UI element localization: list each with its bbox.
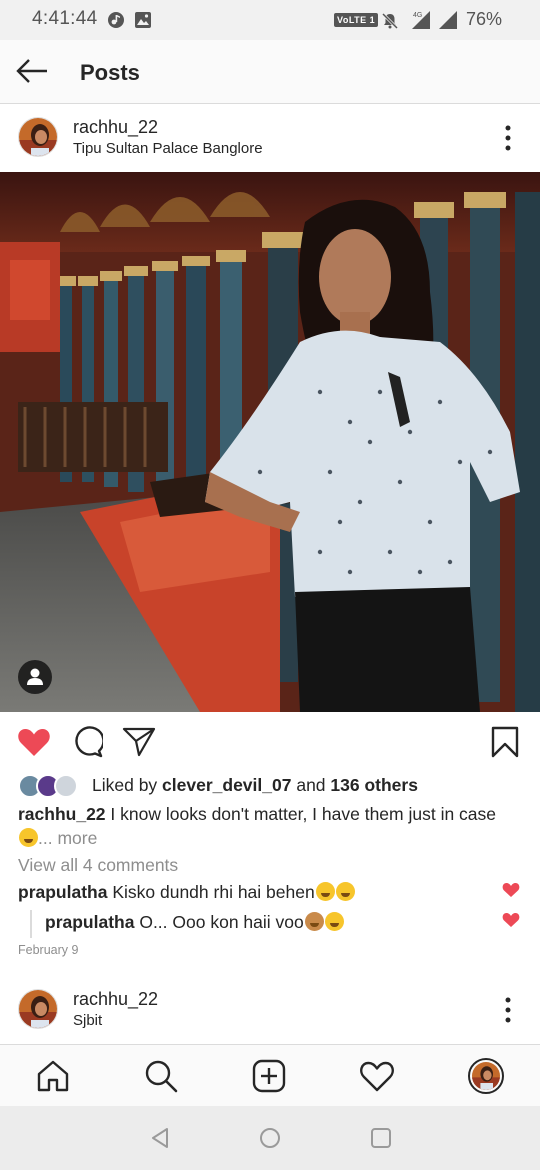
more-vertical-icon[interactable] [502,996,514,1024]
grin-emoji-icon [315,882,335,901]
user-tag-icon[interactable] [18,660,52,694]
sweat-smile-emoji-icon [324,912,344,931]
arrow-left-icon[interactable] [14,56,50,86]
caption-more-link[interactable]: ... more [38,828,97,848]
more-vertical-icon[interactable] [502,124,514,152]
comment-like-icon[interactable] [502,882,520,898]
post-photo[interactable] [0,172,540,712]
app-header: Posts [0,40,540,104]
send-icon[interactable] [122,726,156,758]
mute-icon [381,12,399,30]
post-username[interactable]: rachhu_22 [73,117,158,138]
laugh-emoji-icon [335,882,355,901]
comment-username[interactable]: prapulatha [18,882,107,902]
heart-outline-icon[interactable] [359,1058,395,1094]
caption-text: I know looks don't matter, I have them j… [105,804,497,824]
palace-photo [0,172,540,712]
post-date: February 9 [18,943,79,957]
bottom-nav [0,1044,540,1106]
volte-badge: VoLTE 1 [334,13,379,27]
svg-text:4G: 4G [413,12,422,19]
post-actions [0,712,540,772]
comment-text: O... Ooo kon haii voo [134,912,304,932]
reply-thread-line [30,910,32,938]
status-bar: 4:41:44 VoLTE 1 4G 76% [0,0,540,40]
heart-filled-icon[interactable] [17,726,51,758]
comment: prapulatha Kisko dundh rhi hai behen [18,882,355,903]
caption-username[interactable]: rachhu_22 [18,804,106,824]
avatar[interactable] [18,117,58,157]
next-post-header: rachhu_22 Sjbit [0,978,540,1044]
liker-username[interactable]: clever_devil_07 [162,775,291,795]
back-triangle-icon[interactable] [149,1127,171,1149]
signal-4g-icon: 4G [412,11,430,29]
profile-avatar[interactable] [468,1058,504,1094]
android-nav-bar [0,1106,540,1170]
liker-avatar [54,774,78,798]
search-icon[interactable] [143,1058,179,1094]
add-post-icon[interactable] [251,1058,287,1094]
status-time: 4:41:44 [32,8,98,29]
post-username[interactable]: rachhu_22 [73,989,158,1010]
battery-percent: 76% [465,9,502,29]
gallery-notification-icon [135,12,151,28]
wink-emoji-icon [19,828,38,847]
view-all-comments-link[interactable]: View all 4 comments [18,855,178,876]
home-circle-icon[interactable] [259,1127,281,1149]
comment-username[interactable]: prapulatha [45,912,134,932]
avatar[interactable] [18,989,58,1029]
post-header: rachhu_22 Tipu Sultan Palace Banglore [0,104,540,172]
liker-avatars [18,774,84,798]
reply-comment: prapulatha O... Ooo kon haii voo [45,912,344,933]
page-title: Posts [80,60,140,85]
comment-like-icon[interactable] [502,912,520,928]
recents-square-icon[interactable] [370,1127,392,1149]
post-location[interactable]: Tipu Sultan Palace Banglore [73,140,263,157]
likes-summary[interactable]: Liked by clever_devil_07 and 136 others [0,772,540,798]
comment-icon[interactable] [71,726,103,758]
post-location[interactable]: Sjbit [73,1012,102,1029]
home-icon[interactable] [35,1058,71,1094]
post-caption: rachhu_22 I know looks don't matter, I h… [18,802,522,850]
bookmark-icon[interactable] [490,726,520,758]
signal-icon [439,11,457,29]
music-notification-icon [108,12,124,28]
likes-others[interactable]: 136 others [330,775,418,795]
monkey-emoji-icon [304,912,324,931]
comment-text: Kisko dundh rhi hai behen [107,882,315,902]
likes-text: Liked by clever_devil_07 and 136 others [92,775,418,795]
